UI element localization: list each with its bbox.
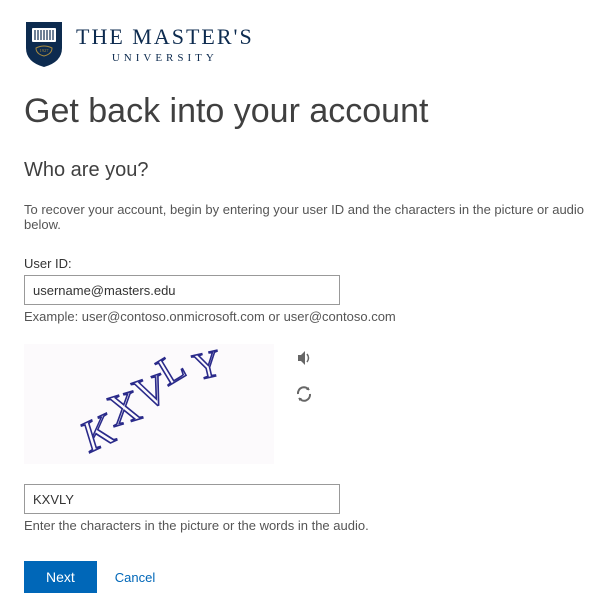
captcha-helper: Enter the characters in the picture or t… [24,518,591,533]
logo-text: THE MASTER'S UNIVERSITY [76,24,254,64]
user-id-label: User ID: [24,256,591,271]
logo-area: 1927 THE MASTER'S UNIVERSITY [24,20,591,68]
instruction-text: To recover your account, begin by enteri… [24,202,591,232]
button-row: Next Cancel [24,561,591,593]
refresh-icon[interactable] [294,384,314,404]
captcha-input-block: Enter the characters in the picture or t… [24,484,591,533]
cancel-link[interactable]: Cancel [115,570,155,585]
captcha-controls [294,344,314,404]
logo-sub-text: UNIVERSITY [76,52,254,64]
next-button[interactable]: Next [24,561,97,593]
captcha-image: K X V L Y [24,344,274,464]
page-title: Get back into your account [24,92,591,131]
logo-main-text: THE MASTER'S [76,24,254,50]
shield-logo: 1927 [24,20,64,68]
captcha-input[interactable] [24,484,340,514]
user-id-input[interactable] [24,275,340,305]
svg-text:Y: Y [189,344,225,389]
user-id-example: Example: user@contoso.onmicrosoft.com or… [24,309,591,324]
page-subtitle: Who are you? [24,159,591,182]
captcha-row: K X V L Y [24,344,591,464]
svg-text:1927: 1927 [40,48,50,53]
user-id-block: User ID: Example: user@contoso.onmicroso… [24,256,591,324]
audio-icon[interactable] [294,348,314,368]
